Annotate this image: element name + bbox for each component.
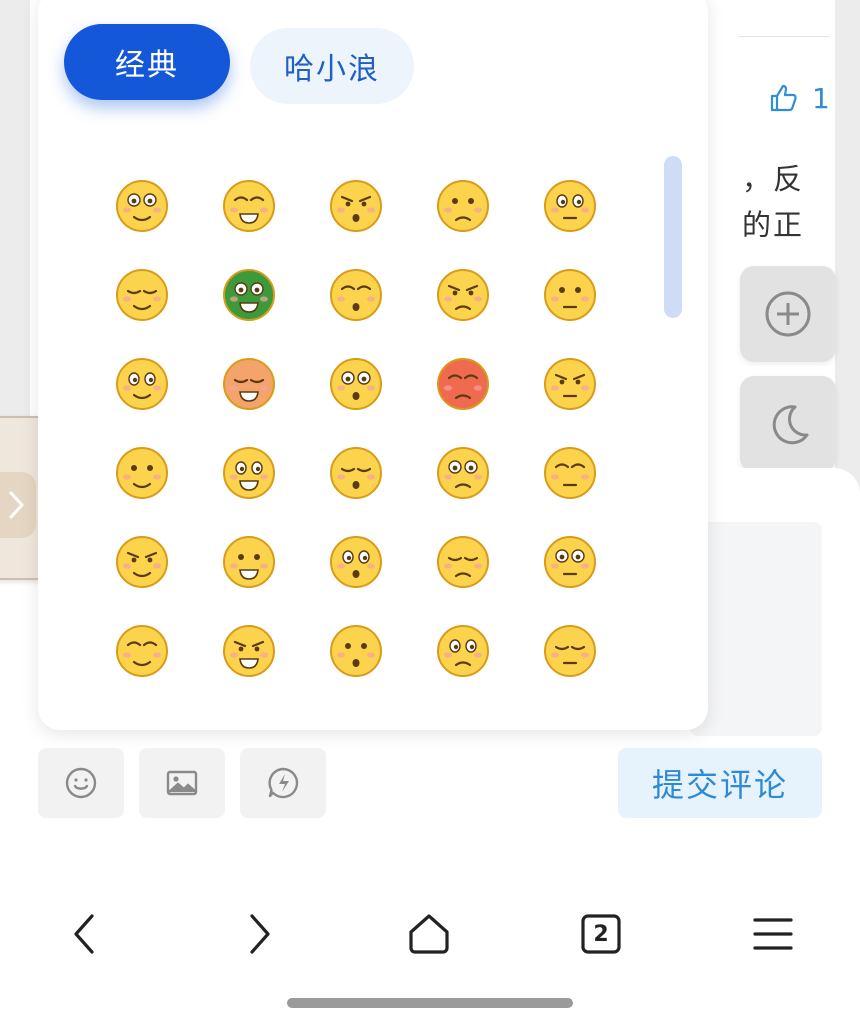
floating-tab-handle[interactable] [0, 472, 36, 538]
sneer-emoji [222, 624, 275, 677]
forward-button[interactable] [228, 904, 288, 964]
emoji-item[interactable] [516, 516, 623, 605]
emoji-item[interactable] [302, 427, 409, 516]
chevron-right-icon [9, 491, 24, 519]
surprised-emoji [543, 446, 596, 499]
emoji-item[interactable] [88, 338, 195, 427]
doubt-emoji [115, 179, 168, 232]
like-count: 1 [812, 81, 830, 115]
sunglasses-emoji [436, 268, 489, 321]
image-icon [166, 770, 198, 796]
bottom-nav: 2 [0, 880, 860, 980]
emoji-item[interactable] [195, 249, 302, 338]
tears-of-joy-emoji [543, 624, 596, 677]
moon-icon [772, 405, 809, 445]
emoji-scrollbar[interactable] [664, 156, 682, 318]
emoji-item[interactable] [302, 516, 409, 605]
smile-icon [65, 767, 97, 799]
dizzy-emoji [436, 535, 489, 588]
emoji-item[interactable] [516, 605, 623, 694]
emoji-item[interactable] [195, 516, 302, 605]
frown-emoji [436, 446, 489, 499]
emoji-item[interactable] [409, 516, 516, 605]
lightning-icon [268, 767, 299, 799]
turtle-emoji [222, 268, 275, 321]
side-glance-emoji [329, 446, 382, 499]
emoji-item[interactable] [516, 160, 623, 249]
touch-chin-emoji [329, 535, 382, 588]
topic-button[interactable] [240, 748, 326, 818]
divider [738, 36, 830, 37]
grin-squint-emoji [436, 624, 489, 677]
emoji-button[interactable] [38, 748, 124, 818]
shocked-sweat-emoji [115, 357, 168, 410]
back-button[interactable] [56, 904, 116, 964]
menu-icon [753, 918, 793, 950]
like-button[interactable]: 1 [768, 78, 830, 118]
plus-circle-icon [765, 291, 811, 337]
cool-glasses-emoji [543, 179, 596, 232]
emoji-item[interactable] [195, 160, 302, 249]
home-button[interactable] [399, 904, 459, 964]
emoji-item[interactable] [516, 338, 623, 427]
emoji-item[interactable] [195, 605, 302, 694]
submit-comment-button[interactable]: 提交评论 [618, 748, 822, 818]
gagged-emoji [436, 179, 489, 232]
emoji-panel: 经典 哈小浪 [38, 0, 708, 730]
facepalm-emoji [115, 535, 168, 588]
emoji-grid [88, 160, 623, 694]
emoji-item[interactable] [88, 160, 195, 249]
question-emoji [115, 624, 168, 677]
comment-input[interactable] [690, 522, 822, 736]
tab-classic[interactable]: 经典 [64, 24, 230, 100]
hush-emoji [329, 624, 382, 677]
emoji-item[interactable] [302, 338, 409, 427]
article-text: ，反 [742, 162, 805, 196]
laugh-emoji [222, 446, 275, 499]
emoji-item[interactable] [409, 249, 516, 338]
add-button[interactable] [740, 266, 836, 362]
tab-haxiaolang[interactable]: 哈小浪 [250, 28, 414, 104]
emoji-item[interactable] [516, 427, 623, 516]
night-mode-button[interactable] [740, 376, 836, 472]
home-icon [409, 914, 449, 954]
emoji-item[interactable] [302, 249, 409, 338]
tabs-button[interactable]: 2 [571, 904, 631, 964]
headband-emoji [329, 357, 382, 410]
menu-button[interactable] [743, 904, 803, 964]
angry-fists-emoji [329, 179, 382, 232]
thinking-hand-emoji [543, 357, 596, 410]
emoji-item[interactable] [88, 605, 195, 694]
crying-emoji [329, 268, 382, 321]
emoji-item[interactable] [195, 338, 302, 427]
back-icon [74, 914, 94, 954]
grin-emoji [115, 268, 168, 321]
big-eyes-emoji [115, 446, 168, 499]
emoji-item[interactable] [302, 605, 409, 694]
thumbs-up-icon [770, 84, 797, 112]
emoji-item[interactable] [302, 160, 409, 249]
tabs-count: 2 [593, 921, 609, 947]
image-button[interactable] [139, 748, 225, 818]
red-face-emoji [436, 357, 489, 410]
furious-fire-emoji [222, 357, 275, 410]
emoji-item[interactable] [88, 516, 195, 605]
forward-icon [250, 914, 270, 954]
emoji-item[interactable] [409, 605, 516, 694]
emoji-item[interactable] [88, 427, 195, 516]
blush-emoji [543, 268, 596, 321]
emoji-item[interactable] [516, 249, 623, 338]
emoji-item[interactable] [409, 160, 516, 249]
roll-eyes-emoji [222, 179, 275, 232]
smile-emoji [222, 535, 275, 588]
emoji-item[interactable] [409, 338, 516, 427]
emoji-item[interactable] [88, 249, 195, 338]
emoji-item[interactable] [409, 427, 516, 516]
emoji-item[interactable] [195, 427, 302, 516]
home-indicator[interactable] [287, 998, 573, 1008]
smirk-emoji [543, 535, 596, 588]
article-text: 的正 [742, 208, 805, 242]
